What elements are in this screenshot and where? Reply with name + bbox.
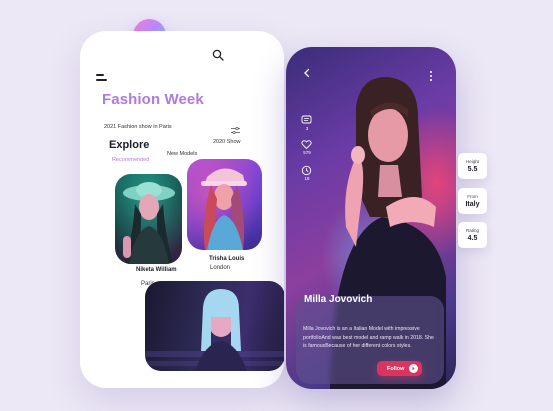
model-photo-featured [145,289,284,371]
comment-count: 3 [305,126,309,131]
tab-2020-show[interactable]: 2020 Show [213,139,241,145]
follow-button[interactable]: Follow [377,361,422,376]
model-card-featured[interactable] [145,281,284,371]
model-photo-niketa [115,174,182,264]
back-icon[interactable] [302,65,312,78]
clock-icon[interactable] [301,163,312,176]
filter-icon[interactable] [231,121,240,135]
model-card-niketa[interactable] [115,174,182,264]
page-subtitle: 2021 Fashion show in Paris [104,124,172,130]
stat-card-rating: Rating 4.5 [458,222,487,248]
stat-value: Italy [465,201,480,208]
time-count: 18 [304,176,310,181]
like-count: 579 [303,150,311,155]
model-photo-trisha [187,159,262,250]
search-icon[interactable] [212,48,224,61]
comment-icon[interactable] [301,113,312,124]
stat-card-height: Height 5.5 [458,153,487,179]
model-card-trisha[interactable] [187,159,262,250]
stat-value: 4.5 [467,235,478,242]
page-title: Fashion Week [102,91,204,108]
stat-card-from: From Italy [458,188,487,214]
model-name: Trisha Louis [209,256,245,262]
model-location: London [210,265,231,271]
more-options-icon[interactable] [429,71,433,81]
explore-phone-screen: Fashion Week 2021 Fashion show in Paris … [80,31,284,388]
tab-recommended[interactable]: Recommended [112,157,149,163]
heart-icon[interactable] [301,137,312,150]
model-name: Niketa William [136,267,177,273]
model-detail-screen: 3 579 18 Milla Jovovich Milla Jovovich i… [286,47,456,389]
stat-value: 5.5 [467,166,478,173]
menu-icon[interactable] [96,74,107,82]
section-title-explore: Explore [109,139,150,151]
stat-label: Height [465,159,479,164]
arrow-right-icon [409,364,418,373]
tab-new-models[interactable]: New Models [167,151,197,157]
stat-label: From [467,194,478,199]
stat-label: Rating [465,228,479,233]
follow-label: Follow [387,365,405,372]
model-name-heading: Milla Jovovich [304,294,373,305]
model-description: Milla Jovovich is an a Italian Model wit… [303,326,434,350]
